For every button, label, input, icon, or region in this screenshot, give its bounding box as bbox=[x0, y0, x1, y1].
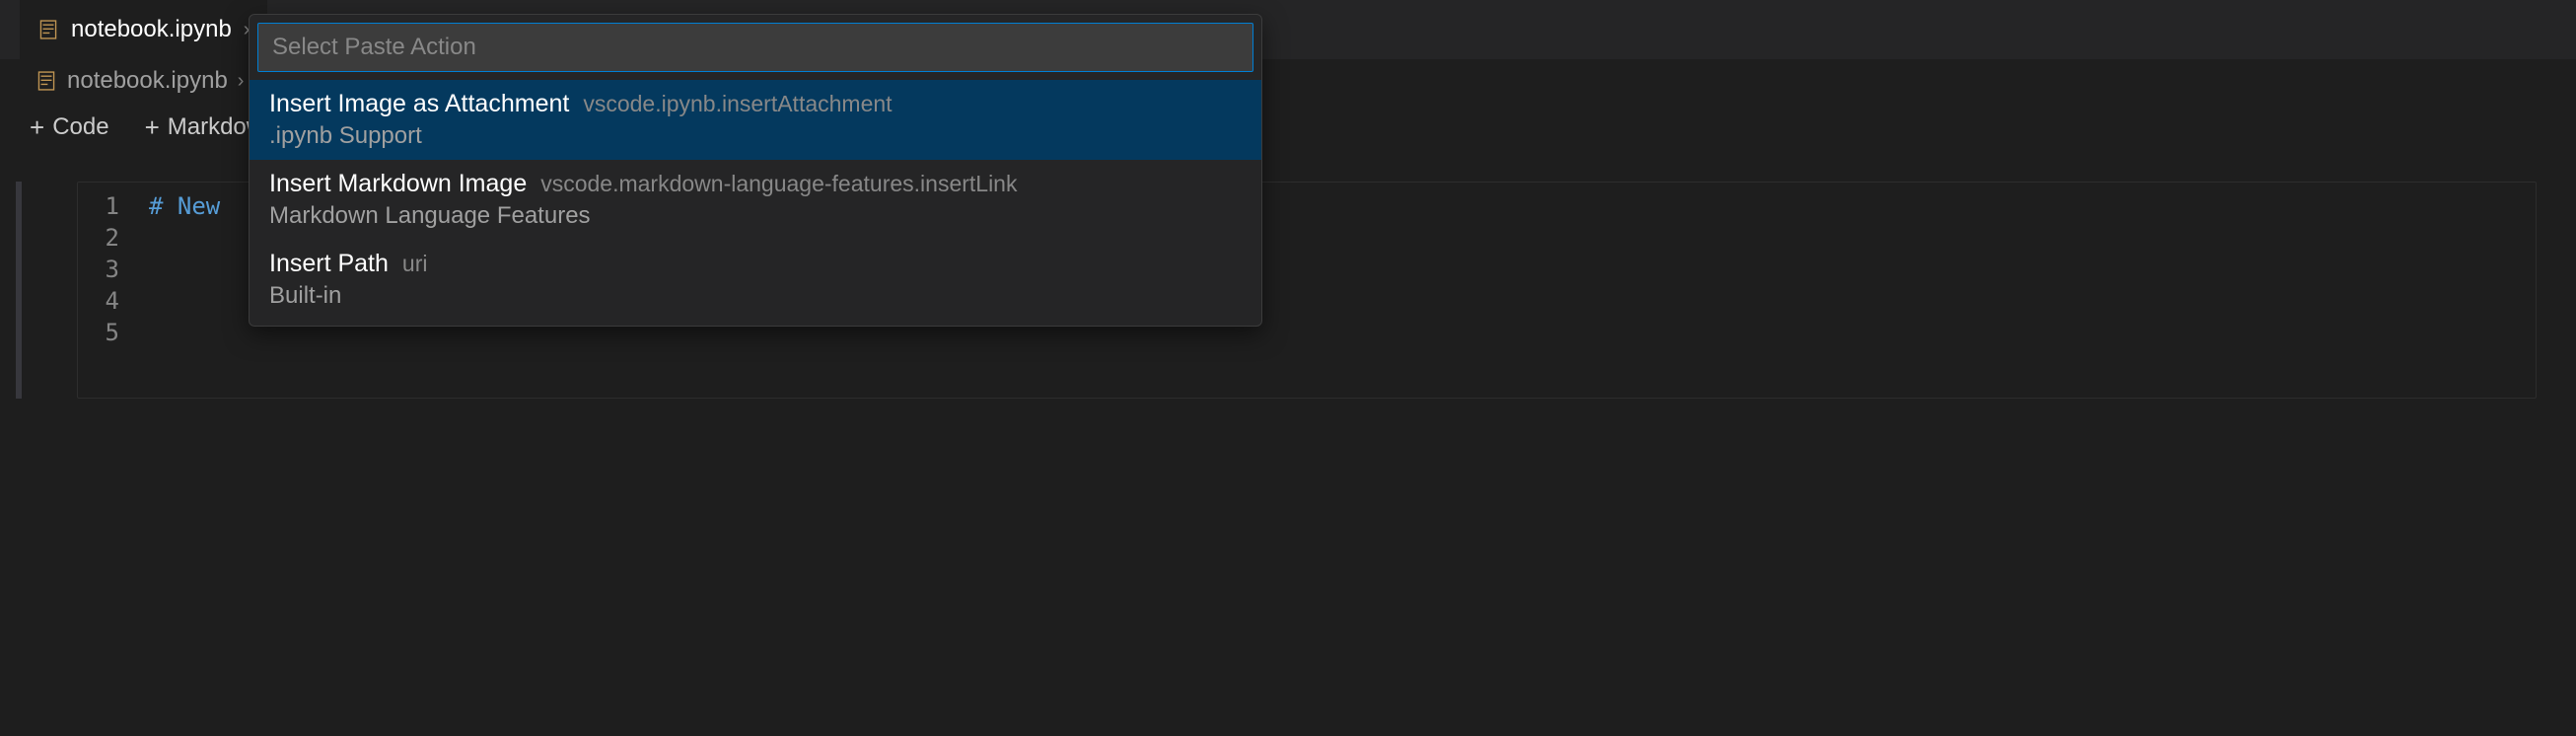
quickpick-item-description: vscode.markdown-language-features.insert… bbox=[540, 171, 1017, 197]
quickpick-item[interactable]: Insert Path uri Built-in bbox=[250, 240, 1261, 320]
quickpick-input[interactable] bbox=[257, 23, 1253, 72]
toolbar-code-label: Code bbox=[52, 113, 108, 141]
plus-icon: + bbox=[145, 112, 160, 143]
line-number: 1 bbox=[78, 192, 149, 220]
quickpick-item-detail: Markdown Language Features bbox=[269, 202, 1242, 230]
breadcrumb-item[interactable]: notebook.ipynb › bbox=[36, 67, 244, 95]
quickpick-item[interactable]: Insert Image as Attachment vscode.ipynb.… bbox=[250, 80, 1261, 160]
quickpick-item-label: Insert Path bbox=[269, 250, 389, 278]
quickpick-item-label: Insert Image as Attachment bbox=[269, 90, 569, 118]
line-content: # New bbox=[149, 192, 220, 220]
quickpick-item-label: Insert Markdown Image bbox=[269, 170, 527, 198]
tab-label: notebook.ipynb bbox=[71, 16, 232, 43]
quickpick-item-description: uri bbox=[402, 251, 428, 277]
tab-notebook[interactable]: notebook.ipynb › bbox=[20, 0, 268, 59]
plus-icon: + bbox=[30, 112, 44, 143]
cell-focus-indicator bbox=[16, 182, 22, 399]
line-number: 4 bbox=[78, 287, 149, 315]
quickpick-item-description: vscode.ipynb.insertAttachment bbox=[583, 91, 892, 117]
breadcrumb-label: notebook.ipynb bbox=[67, 67, 228, 95]
chevron-right-icon: › bbox=[238, 70, 245, 93]
notebook-icon bbox=[36, 70, 57, 92]
notebook-icon bbox=[37, 19, 59, 40]
quickpick-item[interactable]: Insert Markdown Image vscode.markdown-la… bbox=[250, 160, 1261, 240]
line-number: 2 bbox=[78, 224, 149, 252]
line-number: 3 bbox=[78, 256, 149, 283]
add-code-cell-button[interactable]: + Code bbox=[18, 107, 121, 149]
quickpick-item-detail: Built-in bbox=[269, 282, 1242, 310]
quickpick: Insert Image as Attachment vscode.ipynb.… bbox=[249, 14, 1262, 327]
quickpick-item-detail: .ipynb Support bbox=[269, 122, 1242, 150]
line-number: 5 bbox=[78, 319, 149, 346]
quickpick-list: Insert Image as Attachment vscode.ipynb.… bbox=[250, 80, 1261, 326]
